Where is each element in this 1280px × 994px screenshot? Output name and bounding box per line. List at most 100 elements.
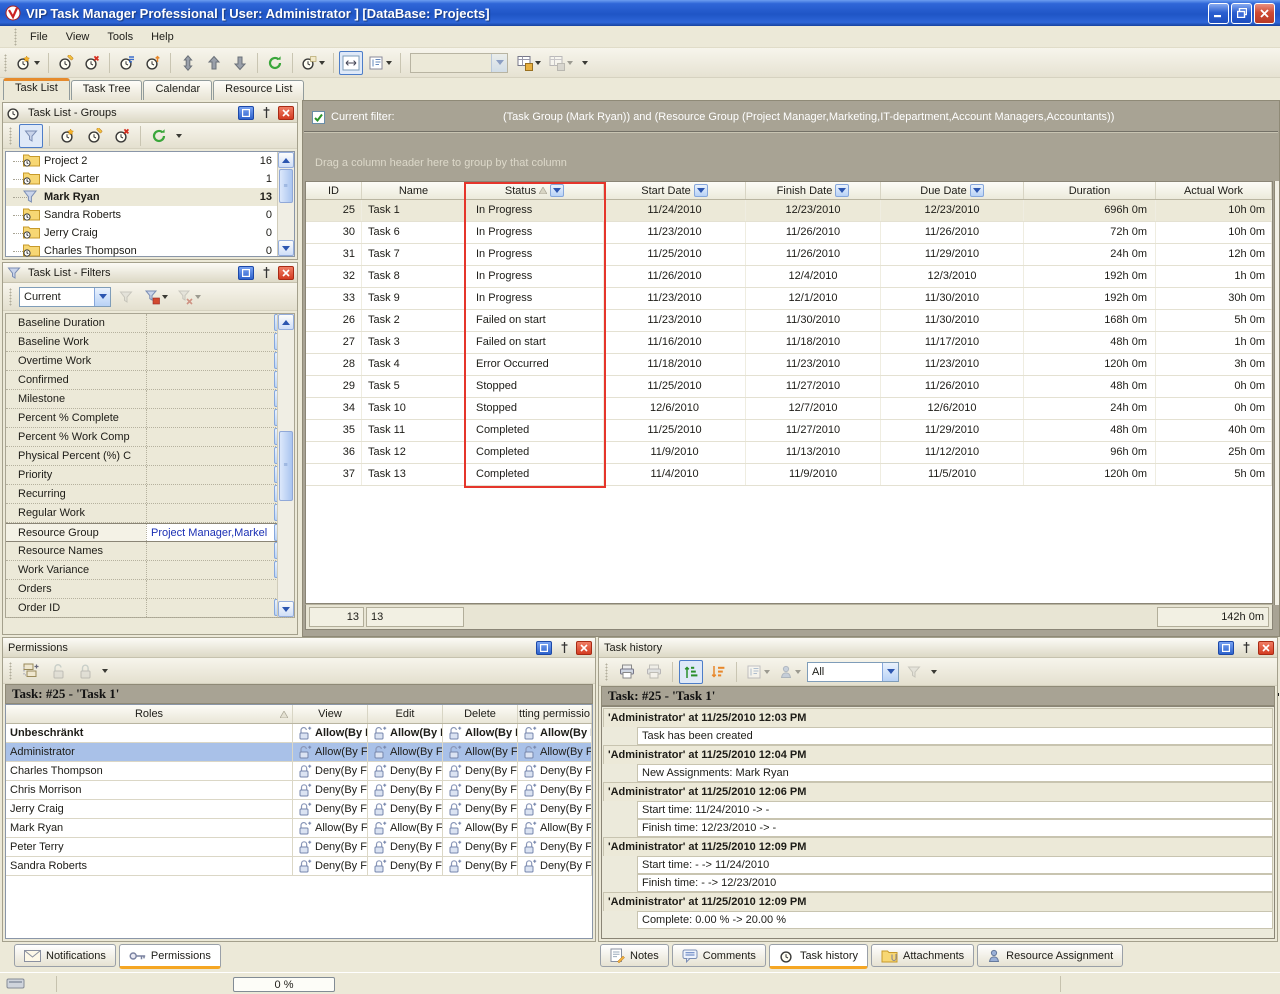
table-row[interactable]: 32Task 8In Progress11/26/201012/4/201012… (306, 266, 1272, 288)
permission-cell[interactable]: Deny(By F (518, 781, 592, 799)
permission-row[interactable]: Sandra RobertsDeny(By FDeny(By FDeny(By … (6, 857, 592, 876)
pin-icon[interactable] (258, 106, 274, 120)
move-down-button[interactable] (228, 51, 252, 75)
move-updown-button[interactable] (176, 51, 200, 75)
permission-cell[interactable]: Deny(By F (443, 762, 518, 780)
permission-row[interactable]: Mark RyanAllow(By FAllow(By FAllow(By FA… (6, 819, 592, 838)
permission-cell[interactable]: Deny(By F (293, 838, 368, 856)
filter-row[interactable]: Baseline Duration (6, 314, 294, 333)
filter-preset-combobox[interactable]: Current (19, 287, 111, 307)
history-entry-header[interactable]: 'Administrator' at 11/25/2010 12:03 PM (603, 708, 1273, 727)
permission-cell[interactable]: Deny(By F (368, 762, 443, 780)
permission-cell[interactable]: Allow(By F (293, 724, 368, 742)
filter-row[interactable]: Overtime Work (6, 352, 294, 371)
permission-cell[interactable]: Deny(By F (443, 857, 518, 875)
col-finish-date[interactable]: Finish Date (746, 182, 881, 199)
filter-row[interactable]: Confirmed (6, 371, 294, 390)
table-row[interactable]: 26Task 2Failed on start11/23/201011/30/2… (306, 310, 1272, 332)
groups-overflow[interactable] (176, 134, 182, 138)
tab-task-history[interactable]: Task history (769, 944, 868, 969)
menu-view[interactable]: View (57, 28, 99, 46)
table-row[interactable]: 36Task 12Completed11/9/201011/13/201011/… (306, 442, 1272, 464)
permission-cell[interactable]: Deny(By F (443, 838, 518, 856)
tab-resource-assignment[interactable]: Resource Assignment (977, 944, 1123, 967)
permission-cell[interactable]: Allow(By F (443, 819, 518, 837)
permission-cell[interactable]: Deny(By F (293, 800, 368, 818)
edit-task-button[interactable] (54, 51, 78, 75)
filter-row[interactable]: Baseline Work (6, 333, 294, 352)
permission-row[interactable]: Peter TerryDeny(By FDeny(By FDeny(By FDe… (6, 838, 592, 857)
task-sort-button[interactable] (141, 51, 165, 75)
table-row[interactable]: 37Task 13Completed11/4/201011/9/201011/5… (306, 464, 1272, 486)
col-name[interactable]: Name (362, 182, 466, 199)
table-row[interactable]: 30Task 6In Progress11/23/201011/26/20101… (306, 222, 1272, 244)
table-row[interactable]: 35Task 11Completed11/25/201011/27/201011… (306, 420, 1272, 442)
tab-notifications[interactable]: Notifications (14, 944, 116, 967)
tab-attachments[interactable]: Attachments (871, 944, 974, 967)
filter-value[interactable] (146, 390, 274, 408)
refresh-groups-button[interactable] (147, 124, 171, 148)
export-grid-button[interactable] (514, 51, 544, 75)
permission-cell[interactable]: Allow(By F (368, 724, 443, 742)
permission-row[interactable]: Charles ThompsonDeny(By FDeny(By FDeny(B… (6, 762, 592, 781)
col-status[interactable]: Status (466, 182, 604, 199)
move-up-button[interactable] (202, 51, 226, 75)
status-filter-dropdown[interactable] (550, 184, 564, 197)
permission-cell[interactable]: Allow(By F (443, 724, 518, 742)
tab-notes[interactable]: Notes (600, 944, 669, 967)
restore-button[interactable] (1231, 3, 1252, 24)
col-roles[interactable]: Roles (6, 705, 293, 723)
permission-cell[interactable]: Deny(By F (368, 857, 443, 875)
history-entry-header[interactable]: 'Administrator' at 11/25/2010 12:04 PM (603, 745, 1273, 764)
menu-help[interactable]: Help (142, 28, 183, 46)
col-duration[interactable]: Duration (1024, 182, 1156, 199)
sort-ascending-button[interactable] (679, 660, 703, 684)
history-entry-header[interactable]: 'Administrator' at 11/25/2010 12:09 PM (603, 837, 1273, 856)
grid-right-scroll-strip[interactable] (1274, 181, 1279, 605)
permission-cell[interactable]: Deny(By F (518, 838, 592, 856)
clear-filter-button[interactable] (174, 285, 204, 309)
table-row[interactable]: 33Task 9In Progress11/23/201012/1/201011… (306, 288, 1272, 310)
col-start-date[interactable]: Start Date (604, 182, 746, 199)
filter-value[interactable] (146, 371, 274, 389)
tab-task-list[interactable]: Task List (3, 78, 70, 100)
table-row[interactable]: 27Task 3Failed on start11/16/201011/18/2… (306, 332, 1272, 354)
close-panel-icon[interactable] (278, 106, 294, 120)
permission-cell[interactable]: Deny(By F (293, 857, 368, 875)
menu-file[interactable]: File (21, 28, 57, 46)
view-mode-button[interactable] (298, 51, 328, 75)
permission-cell[interactable]: Deny(By F (518, 857, 592, 875)
col-view[interactable]: View (293, 705, 368, 723)
tree-item[interactable]: Nick Carter1 (6, 170, 294, 188)
col-due-date[interactable]: Due Date (881, 182, 1024, 199)
tab-comments[interactable]: Comments (672, 944, 766, 967)
permission-cell[interactable]: Deny(By F (443, 781, 518, 799)
permission-cell[interactable]: Allow(By F (368, 743, 443, 761)
edit-group-button[interactable] (83, 124, 107, 148)
col-actual-work[interactable]: Actual Work (1156, 182, 1272, 199)
permission-cell[interactable]: Deny(By F (368, 800, 443, 818)
dock-icon[interactable] (536, 641, 552, 655)
filter-value[interactable] (146, 314, 274, 332)
table-row[interactable]: 28Task 4Error Occurred11/18/201011/23/20… (306, 354, 1272, 376)
filter-value[interactable] (146, 542, 274, 560)
filter-row[interactable]: Milestone (6, 390, 294, 409)
tab-resource-list[interactable]: Resource List (213, 80, 304, 100)
fit-columns-button[interactable] (339, 51, 363, 75)
permission-cell[interactable]: Deny(By F (518, 800, 592, 818)
permission-cell[interactable]: Deny(By F (368, 838, 443, 856)
col-delete[interactable]: Delete (443, 705, 518, 723)
history-entry-header[interactable]: 'Administrator' at 11/25/2010 12:06 PM (603, 782, 1273, 801)
groups-scrollbar[interactable]: ≡ (277, 152, 294, 256)
pin-icon[interactable] (556, 641, 572, 655)
filter-value[interactable] (146, 561, 274, 579)
permission-cell[interactable]: Allow(By F (443, 743, 518, 761)
permission-cell[interactable]: Allow(By F (293, 819, 368, 837)
history-funnel-button[interactable] (902, 660, 926, 684)
apply-filter-button[interactable] (114, 285, 138, 309)
delete-group-button[interactable] (110, 124, 134, 148)
pin-icon[interactable] (1238, 641, 1254, 655)
permission-cell[interactable]: Allow(By F (518, 743, 592, 761)
filter-row[interactable]: Physical Percent (%) C (6, 447, 294, 466)
delete-task-button[interactable] (80, 51, 104, 75)
